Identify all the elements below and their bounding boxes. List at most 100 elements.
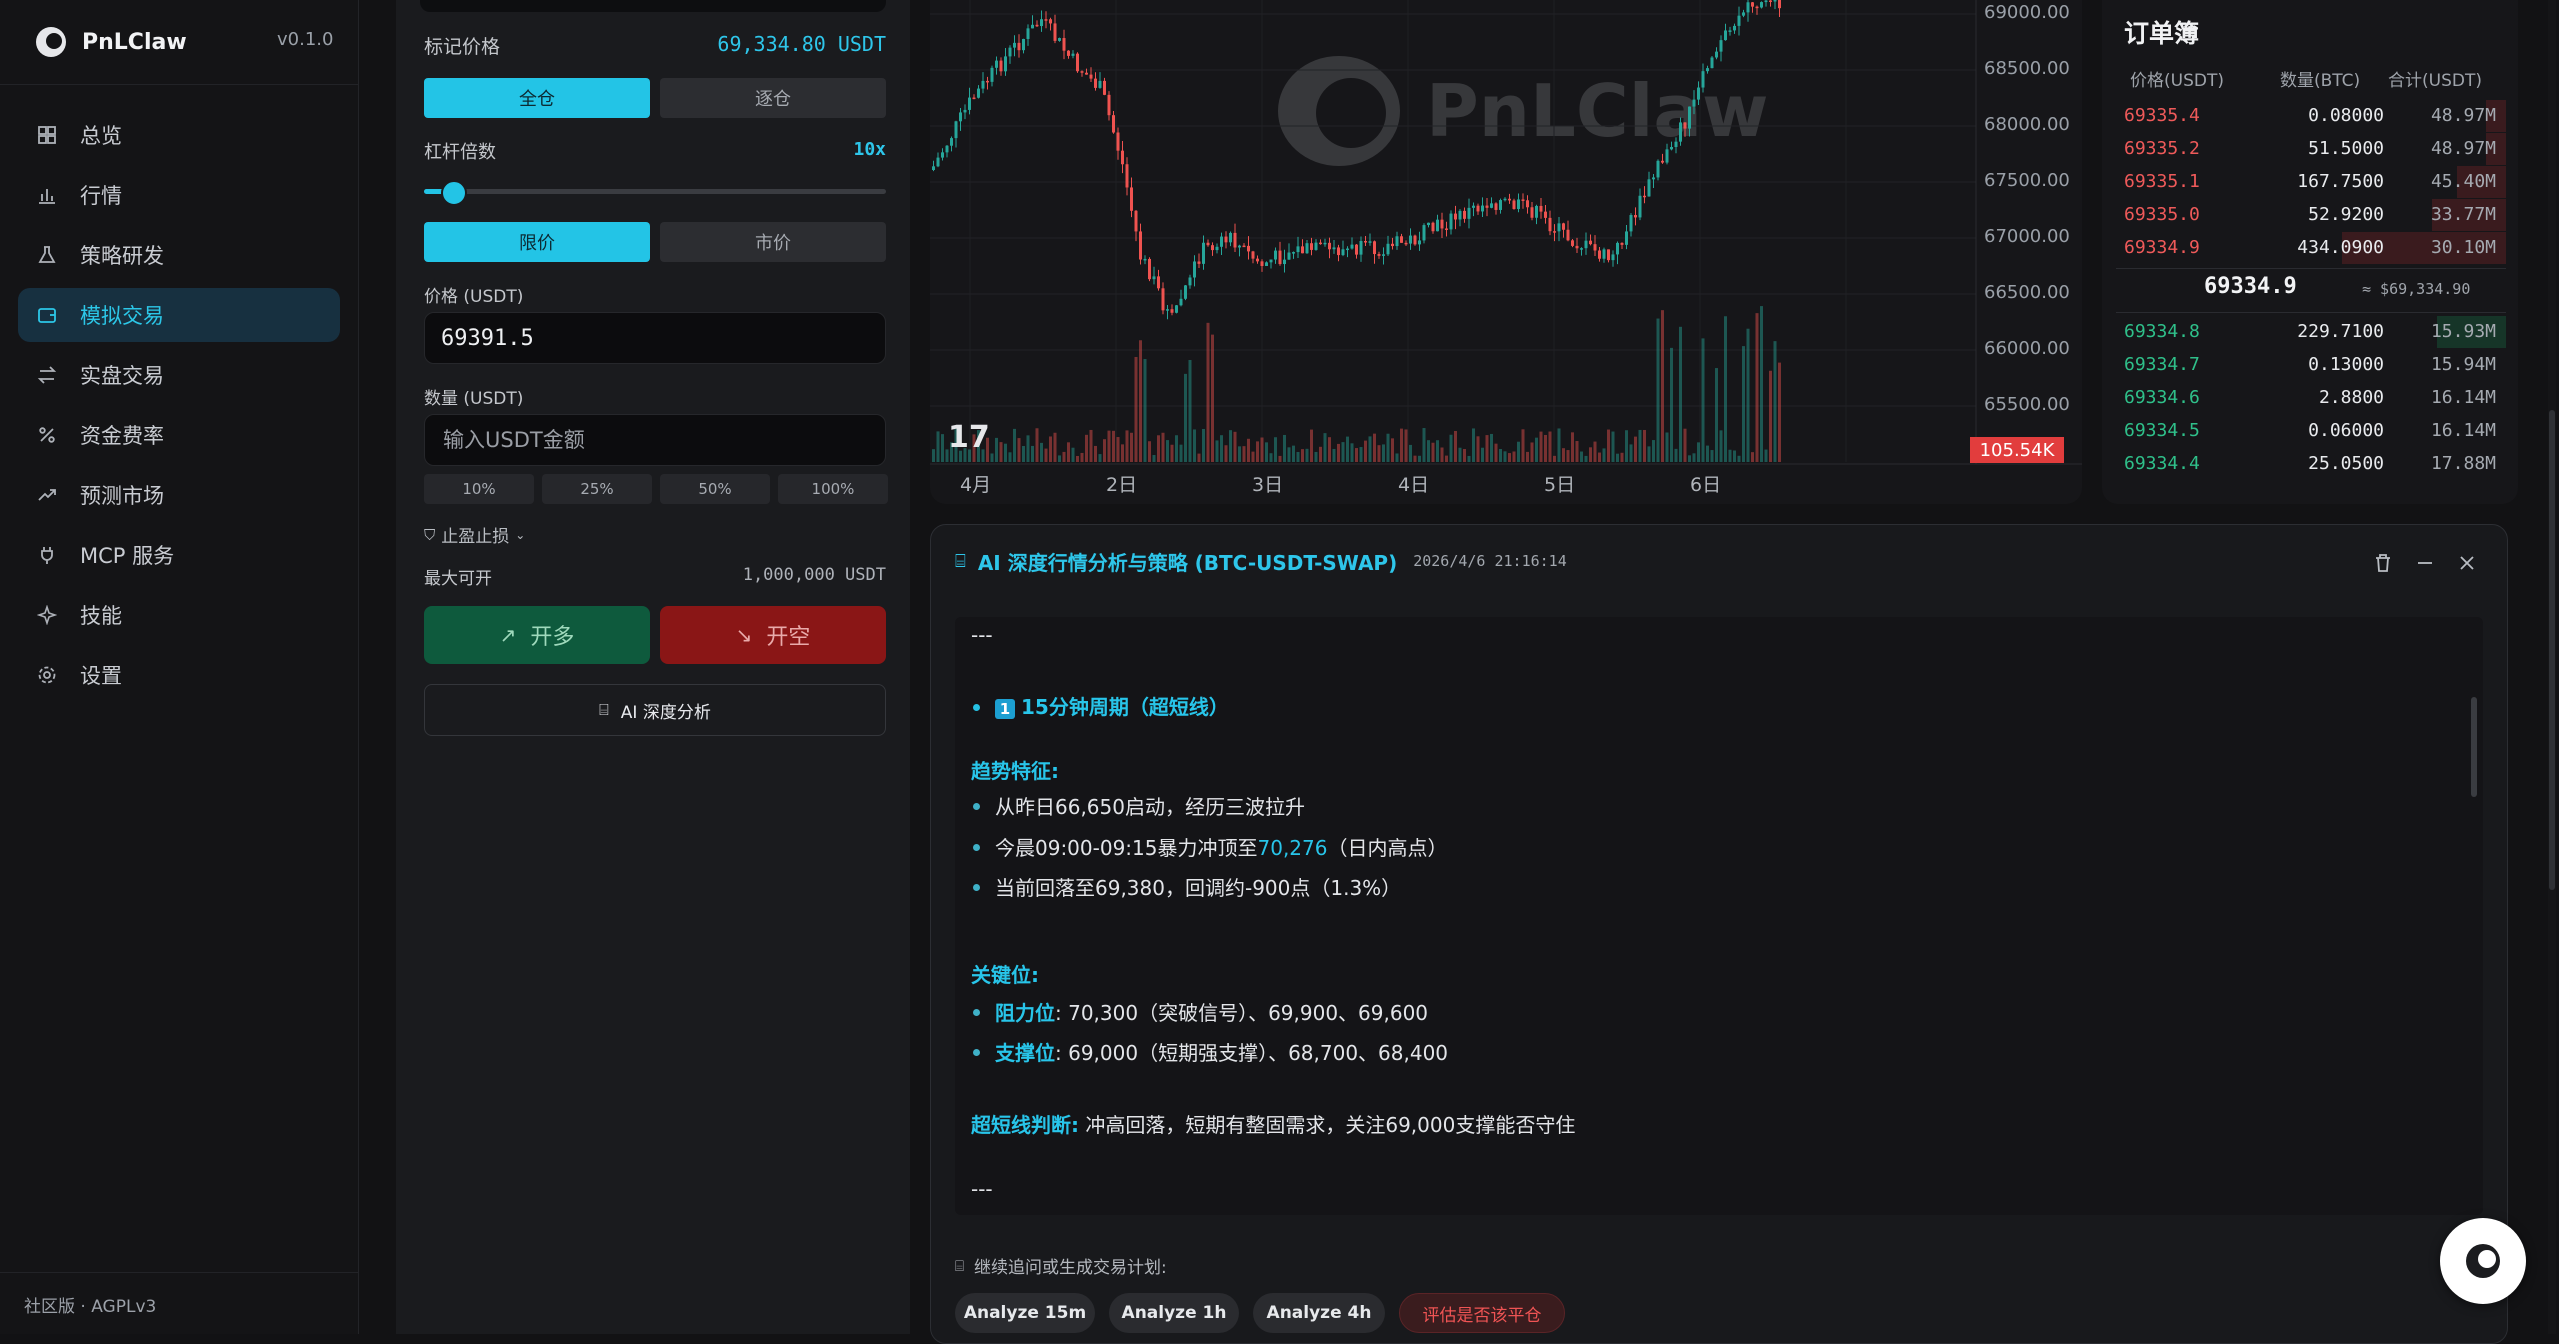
volume-bar: [1202, 428, 1205, 462]
date-tick: 5日: [1544, 474, 1576, 496]
volume-bar: [1044, 448, 1048, 462]
trash-icon[interactable]: [2371, 551, 2395, 575]
sidebar-item-funding-rate[interactable]: 资金费率: [18, 408, 340, 462]
ai-scrollbar-thumb[interactable]: [2471, 697, 2477, 797]
quantity-input[interactable]: [441, 427, 885, 453]
tpsl-toggle[interactable]: ⛉ 止盈止损 ⌄: [424, 522, 525, 548]
candle-body: [981, 80, 985, 89]
candle-body: [1728, 30, 1732, 32]
sidebar-item-strategy[interactable]: 策略研发: [18, 228, 340, 282]
price-tick: 66000.00: [1984, 338, 2070, 359]
ask-row[interactable]: 69335.4 0.08000 48.97M: [2116, 100, 2506, 132]
volume-bar: [1710, 450, 1714, 462]
pct-50-button[interactable]: 50%: [660, 474, 770, 504]
bid-price: 69334.8: [2124, 321, 2200, 342]
margin-cross-button[interactable]: 全仓: [424, 78, 650, 118]
candle-body: [1220, 236, 1223, 247]
candle-body: [1071, 53, 1075, 56]
volume-bar: [1431, 442, 1435, 462]
volume-bar: [1274, 437, 1277, 462]
bid-row[interactable]: 69334.6 2.8800 16.14M: [2116, 382, 2506, 414]
ask-row[interactable]: 69335.0 52.9200 33.77M: [2116, 199, 2506, 231]
page-scrollbar-thumb[interactable]: [2549, 410, 2555, 890]
ai-scrollbar[interactable]: [2471, 637, 2477, 1197]
chip-analyze-1h[interactable]: Analyze 1h: [1109, 1293, 1239, 1333]
quantity-input-box[interactable]: [424, 414, 886, 466]
order-type-limit-button[interactable]: 限价: [424, 222, 650, 262]
candle-body: [1701, 71, 1705, 88]
sidebar-item-paper-trading[interactable]: 模拟交易: [18, 288, 340, 342]
pct-10-button[interactable]: 10%: [424, 474, 534, 504]
bid-price: 69334.7: [2124, 354, 2200, 375]
ask-row[interactable]: 69335.2 51.5000 48.97M: [2116, 133, 2506, 165]
sidebar-item-prediction-market[interactable]: 预测市场: [18, 468, 340, 522]
candle-body: [1359, 241, 1363, 255]
candle-body: [1386, 243, 1390, 255]
volume-bar: [1188, 359, 1192, 462]
price-input[interactable]: 69391.5: [441, 326, 534, 351]
sidebar-item-live-trading[interactable]: 实盘交易: [18, 348, 340, 402]
brand[interactable]: PnLClaw: [36, 20, 187, 64]
open-short-button[interactable]: ↘ 开空: [660, 606, 886, 664]
assistant-fab-button[interactable]: [2440, 1218, 2526, 1304]
page-scrollbar[interactable]: [2548, 0, 2556, 1334]
chip-analyze-4h[interactable]: Analyze 4h: [1253, 1293, 1385, 1333]
pct-25-button[interactable]: 25%: [542, 474, 652, 504]
sidebar-item-market[interactable]: 行情: [18, 168, 340, 222]
close-icon[interactable]: [2455, 551, 2479, 575]
bid-row[interactable]: 69334.7 0.13000 15.94M: [2116, 349, 2506, 381]
sidebar-item-skills[interactable]: 技能: [18, 588, 340, 642]
volume-bar: [1535, 437, 1538, 462]
open-long-button[interactable]: ↗ 开多: [424, 606, 650, 664]
volume-bar: [995, 437, 998, 462]
candle-body: [1193, 261, 1196, 278]
candle-body: [936, 157, 940, 167]
mid-price-usd: ≈ $69,334.90: [2362, 280, 2471, 298]
volume-bar: [1580, 451, 1583, 462]
price-tick: 66500.00: [1984, 282, 2070, 303]
candle-body: [1643, 195, 1646, 198]
leverage-slider-thumb[interactable]: [440, 180, 467, 206]
volume-bar: [1143, 359, 1147, 462]
ask-qty: 167.7500: [2297, 171, 2384, 192]
price-chart[interactable]: PnLClaw 17 69000.00 68500.00 68000.00 67…: [930, 0, 2082, 504]
volume-bar: [1395, 453, 1399, 462]
volume-bar: [1463, 449, 1466, 462]
ai-content-scroll[interactable]: --- 1 15分钟周期（超短线） 趋势特征: 从昨日66,650启动，经历三波拉…: [955, 617, 2483, 1215]
ask-row[interactable]: 69334.9 434.0900 30.10M: [2116, 232, 2506, 264]
sidebar-item-mcp-service[interactable]: MCP 服务: [18, 528, 340, 582]
volume-bar: [1755, 313, 1759, 462]
trend-2-highlight: 70,276: [1257, 836, 1328, 860]
flask-icon: [36, 244, 58, 266]
candle-body: [1418, 240, 1421, 245]
ai-analysis-button[interactable]: ⌸ AI 深度分析: [424, 684, 886, 736]
candle-body: [1085, 72, 1088, 75]
price-input-box[interactable]: 69391.5: [424, 312, 886, 364]
candle-body: [1494, 203, 1498, 210]
minimize-icon[interactable]: [2413, 551, 2437, 575]
volume-bar: [1706, 445, 1709, 462]
pct-100-button[interactable]: 100%: [778, 474, 888, 504]
volume-bar: [1499, 448, 1502, 462]
sidebar-item-overview[interactable]: 总览: [18, 108, 340, 162]
candle-body: [1706, 68, 1709, 72]
candle-body: [1022, 38, 1025, 51]
candle-body: [1229, 232, 1232, 243]
candle-body: [1526, 200, 1529, 208]
ask-row[interactable]: 69335.1 167.7500 45.40M: [2116, 166, 2506, 198]
date-tick: 4日: [1398, 474, 1430, 496]
sidebar-item-settings[interactable]: 设置: [18, 648, 340, 702]
bid-row[interactable]: 69334.8 229.7100 15.93M: [2116, 316, 2506, 348]
chip-analyze-15m[interactable]: Analyze 15m: [955, 1293, 1095, 1333]
margin-isolated-button[interactable]: 逐仓: [660, 78, 886, 118]
candle-body: [1490, 203, 1493, 208]
volume-bar: [1485, 435, 1489, 462]
leverage-slider[interactable]: [424, 180, 886, 206]
bid-row[interactable]: 69334.4 25.0500 17.88M: [2116, 448, 2506, 480]
ai-analysis-label: AI 深度分析: [620, 702, 711, 723]
volume-bar: [1098, 454, 1102, 462]
candle-body: [1134, 210, 1138, 232]
chip-evaluate-close[interactable]: 评估是否该平仓: [1399, 1293, 1565, 1333]
order-type-market-button[interactable]: 市价: [660, 222, 886, 262]
bid-row[interactable]: 69334.5 0.06000 16.14M: [2116, 415, 2506, 447]
